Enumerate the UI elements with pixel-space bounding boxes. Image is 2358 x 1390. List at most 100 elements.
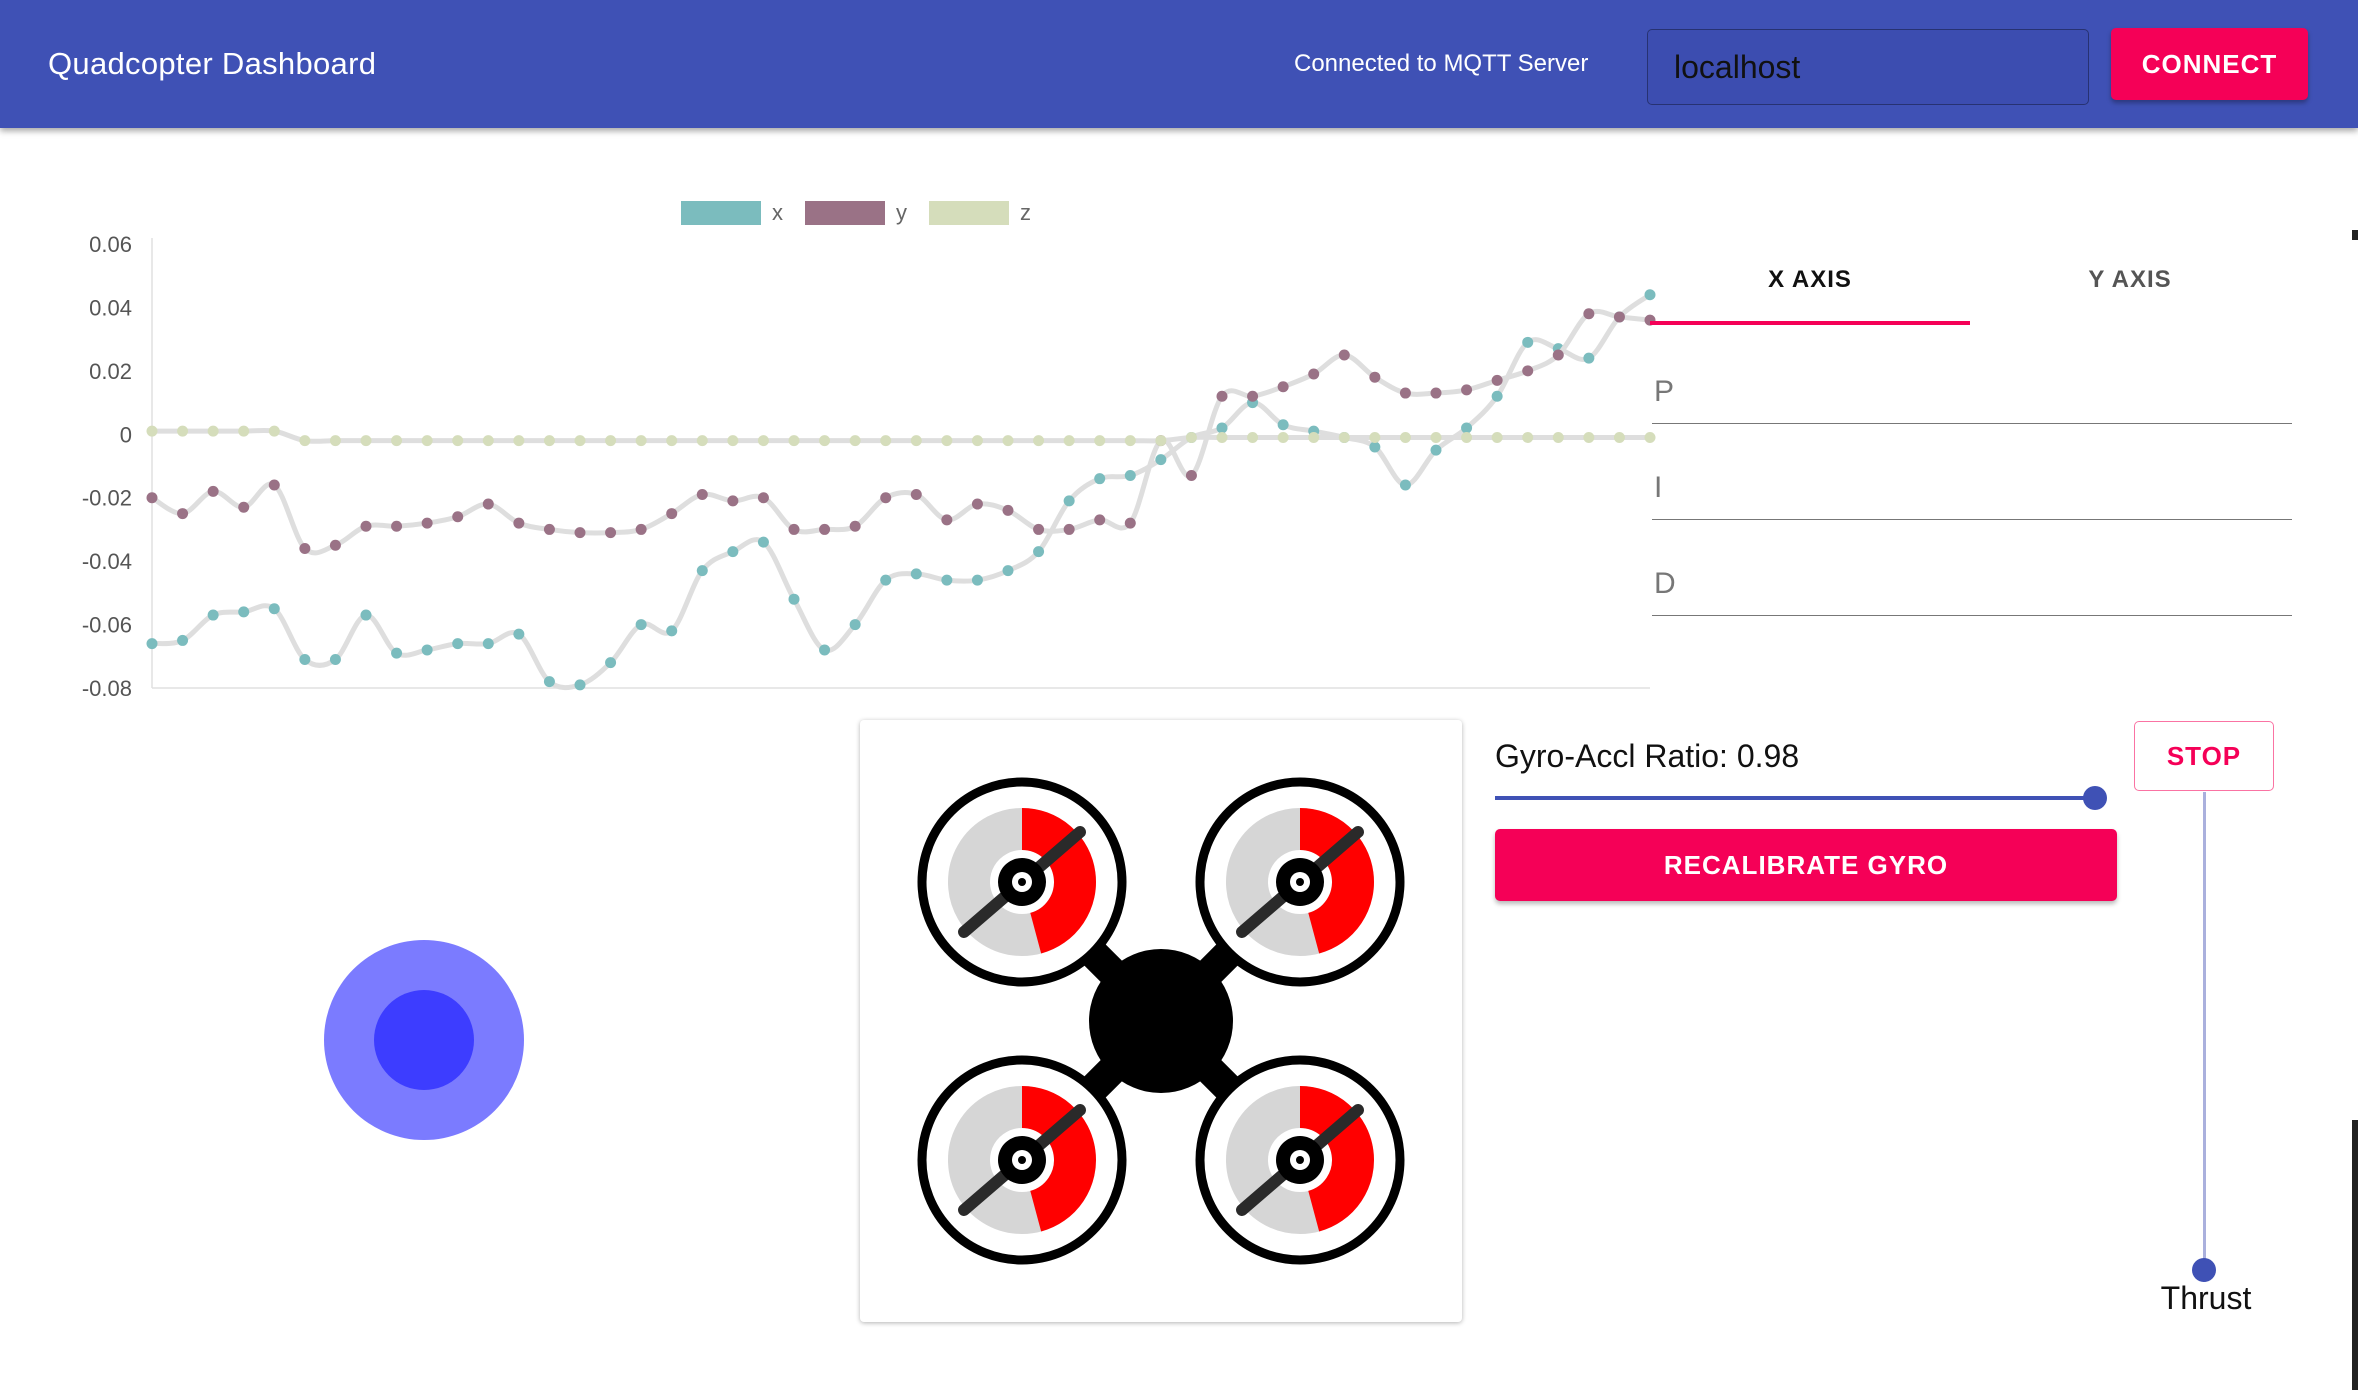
data-point-y[interactable] <box>1063 523 1075 535</box>
data-point-z[interactable] <box>788 435 800 447</box>
data-point-y[interactable] <box>1338 349 1350 361</box>
data-point-z[interactable] <box>391 435 403 447</box>
data-point-y[interactable] <box>1124 517 1136 529</box>
data-point-z[interactable] <box>513 435 525 447</box>
data-point-y[interactable] <box>207 485 219 497</box>
data-point-y[interactable] <box>146 492 158 504</box>
data-point-y[interactable] <box>299 542 311 554</box>
data-point-x[interactable] <box>421 644 433 656</box>
data-point-z[interactable] <box>1185 431 1197 443</box>
data-point-x[interactable] <box>819 644 831 656</box>
tab-y-axis[interactable]: Y AXIS <box>1970 250 2290 326</box>
data-point-z[interactable] <box>360 435 372 447</box>
data-point-x[interactable] <box>1369 441 1381 453</box>
d-gain-field[interactable]: D <box>1652 555 2292 616</box>
data-point-x[interactable] <box>1430 444 1442 456</box>
connect-button[interactable]: CONNECT <box>2111 28 2308 100</box>
data-point-z[interactable] <box>1338 431 1350 443</box>
data-point-y[interactable] <box>635 523 647 535</box>
data-point-x[interactable] <box>635 619 647 631</box>
data-point-y[interactable] <box>819 523 831 535</box>
data-point-z[interactable] <box>666 435 678 447</box>
data-point-x[interactable] <box>543 676 555 688</box>
data-point-z[interactable] <box>910 435 922 447</box>
data-point-y[interactable] <box>1308 368 1320 380</box>
data-point-z[interactable] <box>1430 431 1442 443</box>
data-point-y[interactable] <box>360 520 372 532</box>
data-point-x[interactable] <box>971 574 983 586</box>
data-point-y[interactable] <box>1185 470 1197 482</box>
data-point-y[interactable] <box>177 508 189 520</box>
data-point-y[interactable] <box>513 517 525 529</box>
data-point-z[interactable] <box>238 425 250 437</box>
data-point-y[interactable] <box>452 511 464 523</box>
data-point-z[interactable] <box>207 425 219 437</box>
data-point-z[interactable] <box>1277 431 1289 443</box>
data-point-z[interactable] <box>971 435 983 447</box>
data-point-x[interactable] <box>482 638 494 650</box>
data-point-z[interactable] <box>1583 431 1595 443</box>
data-point-x[interactable] <box>329 653 341 665</box>
data-point-z[interactable] <box>819 435 831 447</box>
data-point-y[interactable] <box>910 489 922 501</box>
data-point-y[interactable] <box>696 489 708 501</box>
ratio-slider-thumb[interactable] <box>2082 786 2107 810</box>
data-point-y[interactable] <box>1369 371 1381 383</box>
data-point-y[interactable] <box>941 514 953 526</box>
data-point-y[interactable] <box>1247 390 1259 402</box>
data-point-y[interactable] <box>1277 381 1289 393</box>
data-point-y[interactable] <box>1094 514 1106 526</box>
data-point-x[interactable] <box>727 546 739 558</box>
data-point-z[interactable] <box>177 425 189 437</box>
data-point-y[interactable] <box>666 508 678 520</box>
data-point-x[interactable] <box>605 657 617 669</box>
data-point-z[interactable] <box>1613 431 1625 443</box>
data-point-y[interactable] <box>482 498 494 510</box>
data-point-x[interactable] <box>1094 473 1106 485</box>
data-point-x[interactable] <box>1522 336 1534 348</box>
data-point-x[interactable] <box>941 574 953 586</box>
data-point-z[interactable] <box>1247 431 1259 443</box>
legend-label-y[interactable]: y <box>896 200 907 225</box>
data-point-y[interactable] <box>880 492 892 504</box>
data-point-z[interactable] <box>727 435 739 447</box>
data-point-x[interactable] <box>757 536 769 548</box>
data-point-y[interactable] <box>727 495 739 507</box>
data-point-z[interactable] <box>1522 431 1534 443</box>
data-point-y[interactable] <box>1522 365 1534 377</box>
i-gain-field[interactable]: I <box>1652 459 2292 520</box>
data-point-y[interactable] <box>329 539 341 551</box>
data-point-z[interactable] <box>941 435 953 447</box>
data-point-y[interactable] <box>788 523 800 535</box>
thrust-slider-thumb[interactable] <box>2192 1258 2216 1282</box>
stop-button[interactable]: STOP <box>2134 721 2274 791</box>
data-point-y[interactable] <box>1491 374 1503 386</box>
data-point-y[interactable] <box>574 527 586 539</box>
data-point-y[interactable] <box>757 492 769 504</box>
host-input[interactable] <box>1647 29 2089 105</box>
data-point-x[interactable] <box>238 606 250 618</box>
data-point-x[interactable] <box>1063 495 1075 507</box>
data-point-z[interactable] <box>1644 431 1656 443</box>
data-point-y[interactable] <box>849 520 861 532</box>
data-point-y[interactable] <box>1216 390 1228 402</box>
data-point-x[interactable] <box>1033 546 1045 558</box>
data-point-y[interactable] <box>1399 387 1411 399</box>
data-point-z[interactable] <box>1094 435 1106 447</box>
data-point-z[interactable] <box>146 425 158 437</box>
data-point-x[interactable] <box>574 679 586 691</box>
data-point-x[interactable] <box>391 647 403 659</box>
thrust-slider[interactable] <box>2192 792 2216 1282</box>
data-point-z[interactable] <box>268 425 280 437</box>
data-point-z[interactable] <box>1461 431 1473 443</box>
data-point-x[interactable] <box>696 565 708 577</box>
data-point-x[interactable] <box>1124 470 1136 482</box>
data-point-y[interactable] <box>238 501 250 513</box>
data-point-z[interactable] <box>880 435 892 447</box>
data-point-y[interactable] <box>1033 523 1045 535</box>
data-point-x[interactable] <box>177 634 189 646</box>
legend-label-z[interactable]: z <box>1020 200 1031 225</box>
data-point-y[interactable] <box>1002 504 1014 516</box>
data-point-x[interactable] <box>666 625 678 637</box>
legend-swatch-x[interactable] <box>679 199 763 227</box>
